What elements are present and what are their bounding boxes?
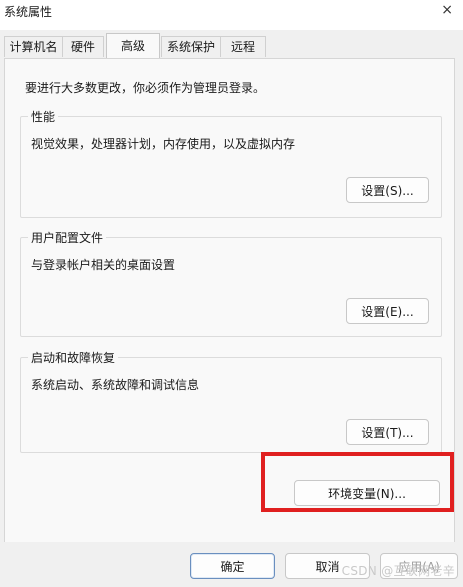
- title-bar: 系统属性 ×: [0, 0, 463, 30]
- tab-hardware[interactable]: 硬件: [62, 36, 104, 57]
- performance-title: 性能: [28, 108, 59, 125]
- user-profiles-settings-button[interactable]: 设置(E)...: [346, 298, 429, 324]
- tab-computer-name[interactable]: 计算机名: [4, 36, 63, 57]
- environment-variables-button[interactable]: 环境变量(N)...: [294, 480, 440, 506]
- admin-note: 要进行大多数更改，你必须作为管理员登录。: [25, 81, 266, 95]
- performance-group: 性能 视觉效果，处理器计划，内存使用，以及虚拟内存 设置(S)...: [20, 108, 442, 218]
- window-title: 系统属性: [4, 5, 53, 19]
- tab-remote[interactable]: 远程: [220, 36, 266, 57]
- startup-recovery-settings-button[interactable]: 设置(T)...: [346, 419, 429, 445]
- performance-desc: 视觉效果，处理器计划，内存使用，以及虚拟内存: [31, 137, 296, 151]
- close-icon[interactable]: ×: [441, 2, 453, 18]
- tab-system-protection[interactable]: 系统保护: [161, 36, 221, 57]
- startup-recovery-title: 启动和故障恢复: [28, 349, 119, 366]
- performance-settings-button[interactable]: 设置(S)...: [346, 177, 429, 203]
- user-profiles-group: 用户配置文件 与登录帐户相关的桌面设置 设置(E)...: [20, 229, 442, 337]
- startup-recovery-desc: 系统启动、系统故障和调试信息: [31, 378, 200, 392]
- tab-advanced[interactable]: 高级: [106, 33, 160, 58]
- startup-recovery-group: 启动和故障恢复 系统启动、系统故障和调试信息 设置(T)...: [20, 349, 442, 453]
- ok-button[interactable]: 确定: [190, 553, 275, 579]
- user-profiles-title: 用户配置文件: [28, 229, 107, 246]
- user-profiles-desc: 与登录帐户相关的桌面设置: [31, 258, 176, 272]
- watermark: CSDN @互联网老辛: [341, 564, 455, 578]
